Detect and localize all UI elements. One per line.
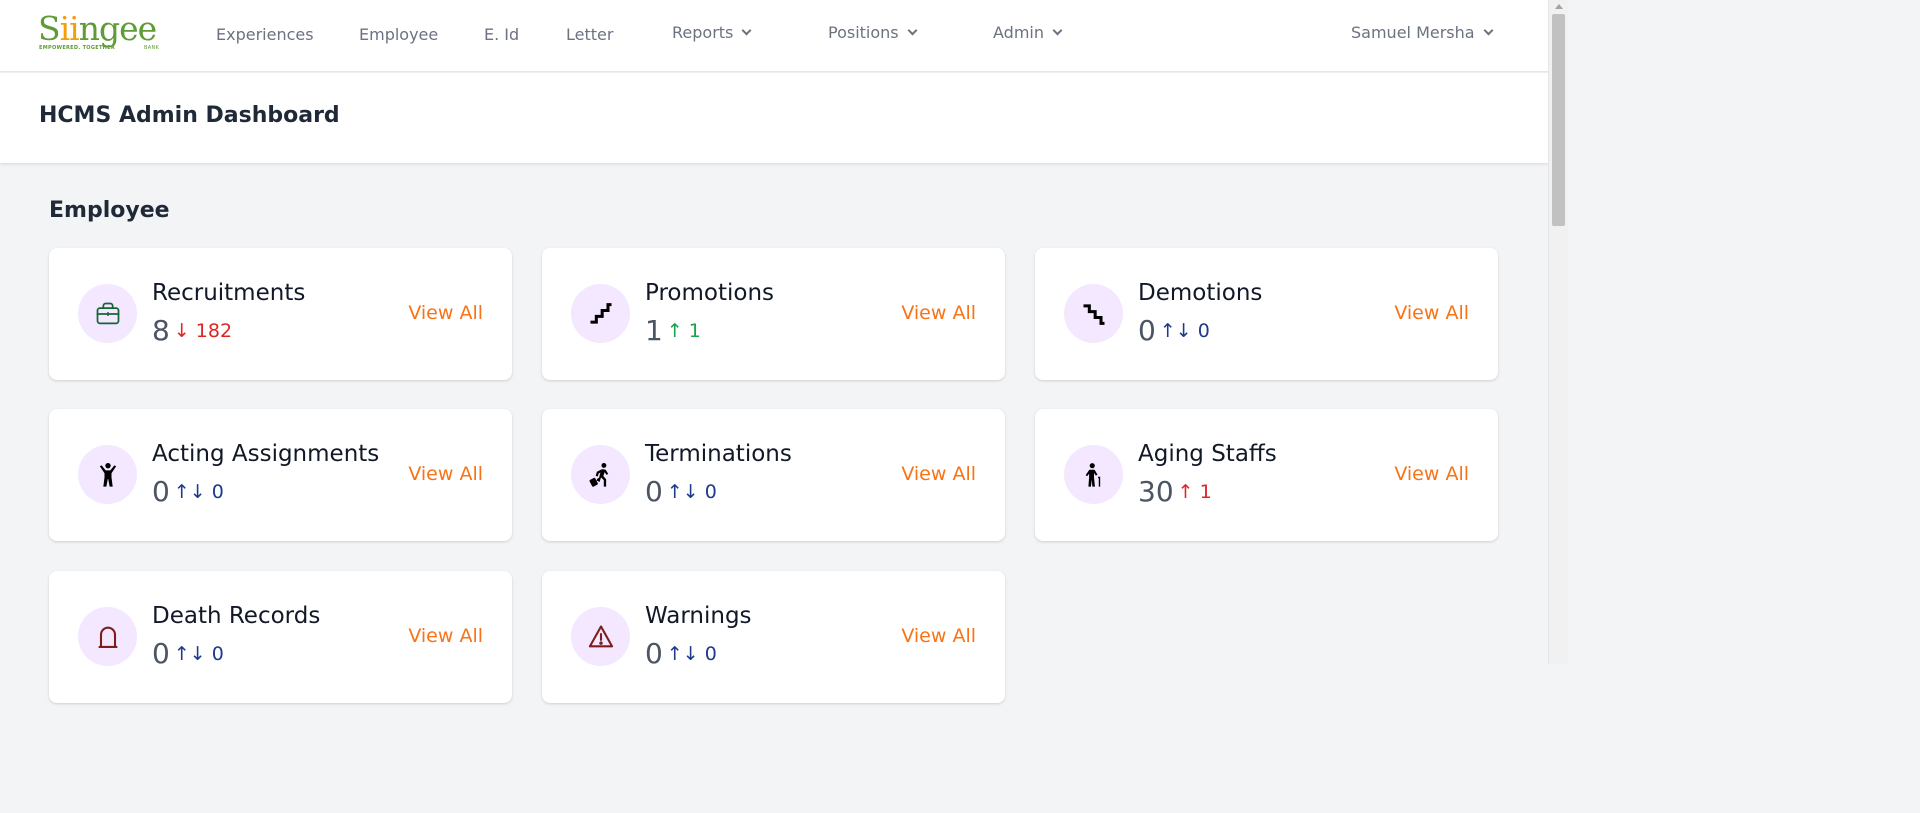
nav-letter[interactable]: Letter xyxy=(566,24,613,46)
tombstone-icon xyxy=(78,607,137,666)
view-all-link[interactable]: View All xyxy=(408,302,483,324)
card-acting-assignments: Acting Assignments 0 ↑↓ 0 View All xyxy=(49,409,512,541)
card-aging-staffs: Aging Staffs 30 ↑ 1 View All xyxy=(1035,409,1498,541)
card-change: ↓ 182 xyxy=(173,319,233,342)
card-demotions: Demotions 0 ↑↓ 0 View All xyxy=(1035,248,1498,380)
card-promotions: Promotions 1 ↑ 1 View All xyxy=(542,248,1005,380)
card-stat: 30 ↑ 1 xyxy=(1138,475,1212,508)
card-title: Terminations xyxy=(645,441,792,467)
card-change: ↑ 1 xyxy=(1177,480,1212,503)
view-all-link[interactable]: View All xyxy=(1394,463,1469,485)
card-title: Death Records xyxy=(152,603,321,629)
card-change: ↑ 1 xyxy=(666,319,701,342)
elderly-person-icon xyxy=(1064,445,1123,504)
user-menu-dropdown[interactable]: Samuel Mersha xyxy=(1351,22,1494,44)
card-change: ↑↓ 0 xyxy=(1159,319,1210,342)
brand-logo[interactable]: Siingee EMPOWERED. TOGETHER BANK xyxy=(38,9,164,55)
stairs-up-icon xyxy=(571,284,630,343)
nav-admin-dropdown[interactable]: Admin xyxy=(993,22,1063,44)
chevron-down-icon xyxy=(741,25,752,36)
chevron-down-icon xyxy=(1483,25,1494,36)
nav-reports-dropdown[interactable]: Reports xyxy=(672,22,752,44)
card-count: 30 xyxy=(1138,475,1174,508)
card-title: Warnings xyxy=(645,603,752,629)
card-stat: 0 ↑↓ 0 xyxy=(152,475,224,508)
card-count: 0 xyxy=(1138,314,1156,347)
nav-positions-dropdown[interactable]: Positions xyxy=(828,22,918,44)
nav-experiences[interactable]: Experiences xyxy=(216,24,314,46)
logo-wordmark: Siingee xyxy=(38,9,157,48)
chevron-down-icon xyxy=(907,25,918,36)
card-stat: 0 ↑↓ 0 xyxy=(645,475,717,508)
card-stat: 0 ↑↓ 0 xyxy=(152,637,224,670)
card-title: Aging Staffs xyxy=(1138,441,1277,467)
card-count: 0 xyxy=(645,637,663,670)
chevron-down-icon xyxy=(1052,25,1063,36)
person-arms-up-icon xyxy=(78,445,137,504)
card-change: ↑↓ 0 xyxy=(173,642,224,665)
nav-employee[interactable]: Employee xyxy=(359,24,438,46)
card-count: 1 xyxy=(645,314,663,347)
card-count: 0 xyxy=(645,475,663,508)
card-count: 0 xyxy=(152,475,170,508)
card-count: 8 xyxy=(152,314,170,347)
view-all-link[interactable]: View All xyxy=(901,463,976,485)
person-leaving-icon xyxy=(571,445,630,504)
card-count: 0 xyxy=(152,637,170,670)
scroll-up-arrow-icon[interactable] xyxy=(1555,4,1563,9)
card-recruitments: Recruitments 8 ↓ 182 View All xyxy=(49,248,512,380)
page-title: HCMS Admin Dashboard xyxy=(39,103,340,128)
stairs-down-icon xyxy=(1064,284,1123,343)
card-change: ↑↓ 0 xyxy=(666,642,717,665)
top-navbar: Siingee EMPOWERED. TOGETHER BANK Experie… xyxy=(0,0,1548,72)
logo-bank-label: BANK xyxy=(144,45,160,51)
card-stat: 8 ↓ 182 xyxy=(152,314,232,347)
card-title: Recruitments xyxy=(152,280,306,306)
card-title: Promotions xyxy=(645,280,775,306)
card-terminations: Terminations 0 ↑↓ 0 View All xyxy=(542,409,1005,541)
nav-positions-label: Positions xyxy=(828,23,899,42)
view-all-link[interactable]: View All xyxy=(408,625,483,647)
card-stat: 1 ↑ 1 xyxy=(645,314,701,347)
page-header: HCMS Admin Dashboard xyxy=(0,73,1548,163)
section-title: Employee xyxy=(49,198,170,223)
card-stat: 0 ↑↓ 0 xyxy=(645,637,717,670)
nav-eid[interactable]: E. Id xyxy=(484,24,519,46)
view-all-link[interactable]: View All xyxy=(408,463,483,485)
card-death-records: Death Records 0 ↑↓ 0 View All xyxy=(49,571,512,703)
card-change: ↑↓ 0 xyxy=(173,480,224,503)
card-stat: 0 ↑↓ 0 xyxy=(1138,314,1210,347)
card-change: ↑↓ 0 xyxy=(666,480,717,503)
scrollbar-thumb[interactable] xyxy=(1552,14,1565,226)
view-all-link[interactable]: View All xyxy=(901,302,976,324)
nav-admin-label: Admin xyxy=(993,23,1044,42)
view-all-link[interactable]: View All xyxy=(901,625,976,647)
view-all-link[interactable]: View All xyxy=(1394,302,1469,324)
card-title: Acting Assignments xyxy=(152,441,380,467)
card-title: Demotions xyxy=(1138,280,1263,306)
warning-icon xyxy=(571,607,630,666)
nav-reports-label: Reports xyxy=(672,23,734,42)
card-warnings: Warnings 0 ↑↓ 0 View All xyxy=(542,571,1005,703)
user-name: Samuel Mersha xyxy=(1351,23,1475,42)
vertical-scrollbar[interactable] xyxy=(1548,0,1568,664)
briefcase-icon xyxy=(78,284,137,343)
logo-tagline: EMPOWERED. TOGETHER xyxy=(39,45,116,51)
